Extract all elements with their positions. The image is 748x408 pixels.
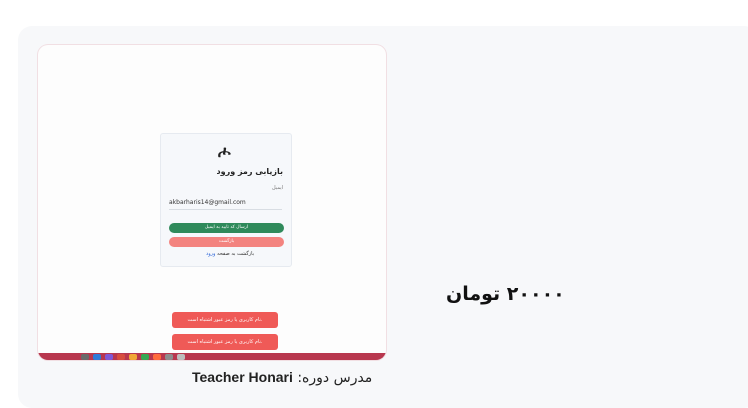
app-icon xyxy=(93,354,101,360)
app-icon xyxy=(105,354,113,360)
email-field: akbarharis14@gmail.com xyxy=(169,196,282,210)
taskbar-dock xyxy=(81,354,185,360)
password-recovery-panel: ሖ بازیابی رمز ورود ایمیل akbarharis14@gm… xyxy=(160,133,292,267)
app-icon xyxy=(165,354,173,360)
site-logo: ሖ xyxy=(218,142,231,161)
error-toast: نام کاربری یا رمز عبور اشتباه است. xyxy=(172,334,278,350)
back-to-login-text: بازگشت به صفحه ورود xyxy=(206,251,254,257)
teacher-label: مدرس دوره: xyxy=(297,370,373,386)
back-button: بازگشت xyxy=(169,237,284,247)
app-icon xyxy=(177,354,185,360)
email-label: ایمیل xyxy=(272,185,283,191)
error-toast: نام کاربری یا رمز عبور اشتباه است. xyxy=(172,312,278,328)
teacher-name: Teacher Honari xyxy=(192,369,293,385)
back-to-login-label: بازگشت به صفحه xyxy=(217,251,255,257)
app-icon xyxy=(117,354,125,360)
recovery-title: بازیابی رمز ورود xyxy=(216,167,283,176)
app-icon xyxy=(141,354,149,360)
taskbar xyxy=(38,353,386,360)
course-teacher: مدرس دوره: Teacher Honari xyxy=(192,369,372,386)
course-price: ۲۰۰۰۰ تومان xyxy=(446,283,565,305)
send-code-button: ارسال کد تایید به ایمیل xyxy=(169,223,284,233)
course-thumbnail[interactable]: ሖ بازیابی رمز ورود ایمیل akbarharis14@gm… xyxy=(38,45,386,360)
app-icon xyxy=(129,354,137,360)
app-icon xyxy=(153,354,161,360)
login-link: ورود xyxy=(206,251,216,257)
app-icon xyxy=(81,354,89,360)
